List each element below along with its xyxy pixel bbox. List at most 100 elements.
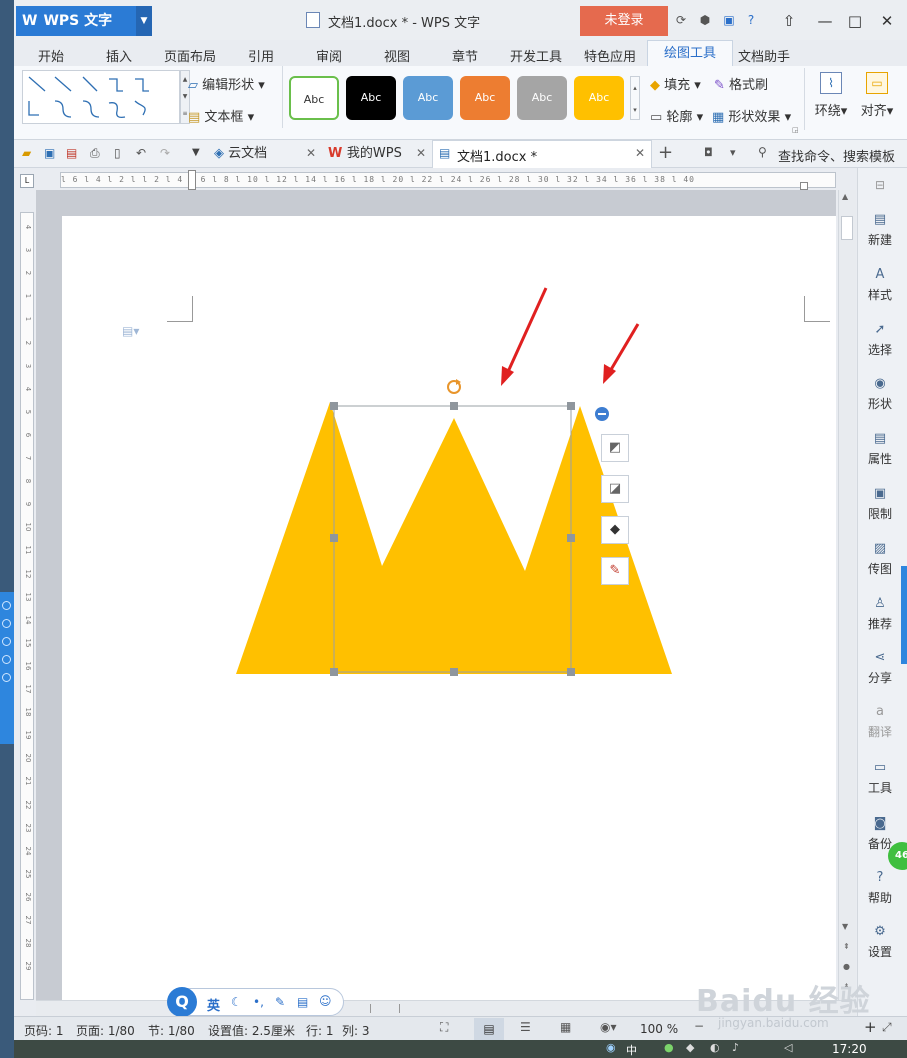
login-button[interactable]: 未登录 bbox=[580, 6, 668, 36]
tray-icon-3[interactable]: ◐ bbox=[710, 1041, 720, 1054]
shape-outline-button[interactable]: ✎ bbox=[601, 557, 629, 585]
tab-developer[interactable]: 开发工具 bbox=[510, 46, 562, 65]
print-preview-icon[interactable]: ▯ bbox=[114, 146, 121, 160]
status-page[interactable]: 页面: 1/80 bbox=[76, 1022, 135, 1039]
tab-references[interactable]: 引用 bbox=[248, 46, 274, 65]
tab-my-wps[interactable]: W 我的WPS bbox=[328, 140, 402, 168]
ime-smile-icon[interactable]: ☺ bbox=[319, 994, 332, 1008]
panel-new[interactable]: ▤ 新建 bbox=[858, 212, 902, 248]
zoom-out-icon[interactable]: − bbox=[694, 1019, 704, 1033]
panel-restrict[interactable]: ▣ 限制 bbox=[858, 486, 902, 522]
tab-stop-selector[interactable]: L bbox=[20, 174, 34, 188]
tray-icon-2[interactable]: ◆ bbox=[686, 1041, 694, 1054]
hscroll-thumb[interactable] bbox=[370, 1004, 400, 1013]
tab-doc-assistant[interactable]: 文档助手 bbox=[738, 46, 790, 65]
document-page[interactable]: ▤▾ ◩ ◪ ◆ ✎ bbox=[62, 216, 836, 1000]
panel-help[interactable]: ? 帮助 bbox=[858, 870, 902, 906]
style-black[interactable]: Abc bbox=[346, 76, 396, 120]
tab-view[interactable]: 视图 bbox=[384, 46, 410, 65]
app-menu-button[interactable]: W WPS 文字 bbox=[16, 6, 136, 36]
app-menu-dropdown-icon[interactable]: ▼ bbox=[136, 6, 152, 36]
minimize-button[interactable]: — bbox=[810, 8, 840, 34]
right-indent-marker[interactable] bbox=[800, 182, 808, 190]
ime-moon-icon[interactable]: ☾ bbox=[231, 995, 242, 1009]
save-icon[interactable]: ▣ bbox=[44, 146, 55, 160]
shape-gallery[interactable] bbox=[22, 70, 180, 124]
help-icon[interactable]: ? bbox=[744, 13, 758, 27]
tab-cloud-docs[interactable]: ◈ 云文档 bbox=[214, 140, 267, 168]
scroll-thumb[interactable] bbox=[841, 216, 853, 240]
zoom-level[interactable]: 100 % bbox=[640, 1022, 678, 1036]
settings-icon[interactable]: ⬢ bbox=[698, 13, 712, 27]
qat-dropdown-icon[interactable]: ▼ bbox=[192, 147, 200, 158]
status-setting-value[interactable]: 设置值: 2.5厘米 bbox=[208, 1022, 295, 1039]
text-box-button[interactable]: ▤ 文本框 ▾ bbox=[188, 106, 254, 125]
volume-icon[interactable]: ◁ bbox=[784, 1041, 792, 1054]
panel-collapse-icon[interactable]: ⊟ bbox=[858, 178, 902, 192]
rotate-handle-icon[interactable] bbox=[447, 379, 461, 394]
undo-icon[interactable]: ↶ bbox=[136, 146, 146, 160]
vertical-ruler[interactable]: 4 3 2 1 1 2 3 4 5 6 7 8 9 10 11 12 13 14 15 16 17 18 19 20 21 22 2… bbox=[20, 212, 34, 1000]
vertical-scrollbar[interactable]: ▲ ▼ ⇞ ● ⇟ bbox=[838, 190, 856, 1000]
tab-special[interactable]: 特色应用 bbox=[584, 46, 636, 65]
styles-more-button[interactable]: ▴ ▾ bbox=[630, 76, 640, 120]
tab-menu-icon[interactable]: ▾ bbox=[730, 146, 736, 159]
skin-icon[interactable]: ⟳ bbox=[674, 13, 688, 27]
format-painter-button[interactable]: ✎ 格式刷 bbox=[714, 74, 768, 93]
shape-style-button[interactable]: ◪ bbox=[601, 475, 629, 503]
scroll-up-icon[interactable]: ▲ bbox=[842, 192, 848, 201]
style-yellow[interactable]: Abc bbox=[574, 76, 624, 120]
floating-toolbar-edge[interactable] bbox=[0, 592, 14, 744]
maximize-button[interactable]: □ bbox=[840, 8, 870, 34]
view-page-icon[interactable]: ▤ bbox=[474, 1018, 504, 1040]
upload-icon[interactable]: ⇧ bbox=[774, 8, 804, 34]
panel-translate[interactable]: a 翻译 bbox=[858, 704, 902, 740]
panel-select[interactable]: ➚ 选择 bbox=[858, 322, 902, 358]
shape-fill-button[interactable]: ◆ bbox=[601, 516, 629, 544]
taskbar-ime-lang[interactable]: 中 bbox=[626, 1042, 637, 1058]
horizontal-ruler[interactable]: l 6 l 4 l 2 l l 2 l 4 l 6 l 8 l 10 l 12 … bbox=[60, 172, 836, 188]
status-section[interactable]: 节: 1/80 bbox=[148, 1022, 195, 1039]
tab-page-layout[interactable]: 页面布局 bbox=[164, 46, 216, 65]
style-white[interactable]: Abc bbox=[289, 76, 339, 120]
clock[interactable]: 17:20 bbox=[832, 1042, 867, 1056]
style-orange[interactable]: Abc bbox=[460, 76, 510, 120]
view-outline-icon[interactable]: ☰ bbox=[520, 1020, 531, 1034]
style-gray[interactable]: Abc bbox=[517, 76, 567, 120]
align-button[interactable]: ▭ 对齐▾ bbox=[860, 72, 894, 119]
layout-options-button[interactable]: ◩ bbox=[601, 434, 629, 462]
ime-punct-icon[interactable]: •, bbox=[253, 995, 264, 1009]
prev-page-icon[interactable]: ⇞ bbox=[843, 942, 850, 951]
panel-tools[interactable]: ▭ 工具 bbox=[858, 760, 902, 796]
panel-shapes[interactable]: ◉ 形状 bbox=[858, 376, 902, 412]
style-blue[interactable]: Abc bbox=[403, 76, 453, 120]
panel-properties[interactable]: ▤ 属性 bbox=[858, 431, 902, 467]
tab-document1[interactable]: ▤ 文档1.docx * ✕ bbox=[432, 140, 652, 168]
panel-settings[interactable]: ⚙ 设置 bbox=[858, 924, 902, 960]
print-icon[interactable]: ⎙ bbox=[90, 146, 100, 161]
ime-clipboard-icon[interactable]: ▤ bbox=[297, 995, 308, 1009]
tab-insert[interactable]: 插入 bbox=[106, 46, 132, 65]
export-pdf-icon[interactable]: ▤ bbox=[66, 146, 77, 160]
zoom-in-icon[interactable]: + bbox=[864, 1018, 877, 1036]
taskbar-search-icon[interactable]: ◉ bbox=[606, 1041, 616, 1054]
fill-button[interactable]: ◆ 填充 ▾ bbox=[650, 74, 701, 93]
dialog-launcher-icon[interactable]: ◲ bbox=[792, 126, 799, 134]
close-button[interactable]: ✕ bbox=[872, 8, 902, 34]
panel-style[interactable]: A 样式 bbox=[858, 267, 902, 303]
shape-effects-button[interactable]: ▦ 形状效果 ▾ bbox=[712, 106, 791, 125]
tab-list-icon[interactable]: ◘ bbox=[704, 146, 713, 159]
panel-share[interactable]: ⋖ 分享 bbox=[858, 650, 902, 686]
open-icon[interactable]: ▰ bbox=[22, 146, 31, 160]
feedback-icon[interactable]: ▣ bbox=[722, 13, 736, 27]
ime-wrench-icon[interactable]: ✎ bbox=[275, 995, 285, 1009]
outline-button[interactable]: ▭ 轮廓 ▾ bbox=[650, 106, 703, 125]
close-tab-mywps-icon[interactable]: ✕ bbox=[416, 146, 426, 160]
panel-upload-image[interactable]: ▨ 传图 bbox=[858, 541, 902, 577]
ime-toolbar[interactable]: Q 英 ☾ •, ✎ ▤ ☺ bbox=[167, 987, 344, 1017]
close-tab-document-icon[interactable]: ✕ bbox=[635, 146, 645, 160]
command-search-input[interactable]: 查找命令、搜索模板 bbox=[778, 146, 895, 165]
tray-icon-4[interactable]: ♪ bbox=[732, 1041, 739, 1054]
tab-chapter[interactable]: 章节 bbox=[452, 46, 478, 65]
indent-marker[interactable] bbox=[188, 170, 196, 190]
